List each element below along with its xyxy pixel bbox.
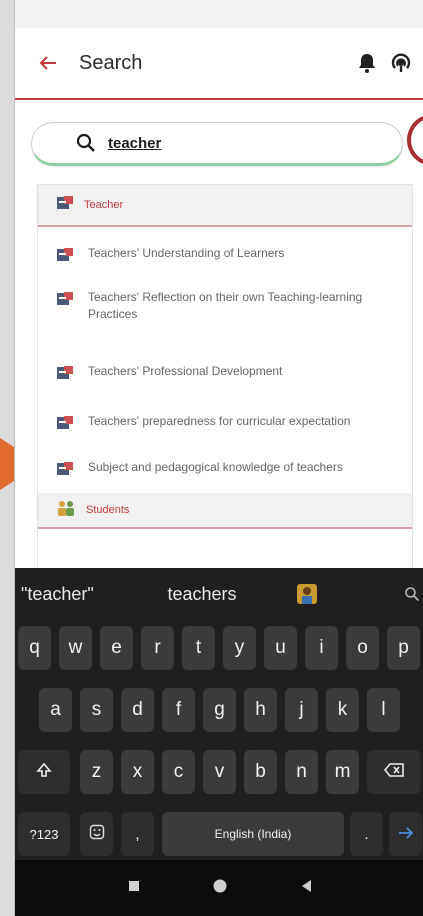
emoji-key[interactable] — [80, 812, 113, 856]
key-r[interactable]: r — [141, 626, 174, 670]
page-title: Search — [79, 51, 143, 74]
key-p[interactable]: p — [387, 626, 420, 670]
list-item[interactable] — [38, 529, 412, 553]
key-row-2: a s d f g h j k l — [15, 688, 423, 738]
document-icon — [56, 365, 74, 386]
key-j[interactable]: j — [285, 688, 318, 732]
key-t[interactable]: t — [182, 626, 215, 670]
period-key[interactable]: . — [350, 812, 383, 856]
space-bar[interactable]: English (India) — [162, 812, 344, 856]
key-row-1: q w e r t y u i o p — [15, 626, 423, 676]
enter-key[interactable] — [389, 812, 422, 856]
document-icon — [56, 291, 74, 312]
document-icon — [56, 461, 74, 482]
shift-key[interactable] — [18, 750, 70, 794]
system-nav-bar — [15, 860, 423, 916]
suggestion-bar: "teacher" teachers — [15, 568, 423, 620]
key-l[interactable]: l — [367, 688, 400, 732]
key-o[interactable]: o — [346, 626, 379, 670]
list-item-label: Teachers' Professional Development — [88, 364, 283, 378]
backspace-icon — [383, 763, 404, 781]
key-h[interactable]: h — [244, 688, 277, 732]
key-g[interactable]: g — [203, 688, 236, 732]
enter-icon — [398, 823, 414, 845]
key-row-3: z x c v b n m — [15, 750, 423, 800]
list-item-label: Teachers' preparedness for curricular ex… — [88, 414, 351, 428]
group-header-students[interactable]: Students — [38, 493, 412, 529]
status-bar — [15, 0, 423, 28]
phone-screen: Search teacher Teacher Teachers' Underst… — [14, 0, 423, 916]
group-header-teacher[interactable]: Teacher — [38, 185, 412, 227]
search-results: Teacher Teachers' Understanding of Learn… — [37, 184, 413, 580]
search-field[interactable]: teacher — [31, 122, 403, 166]
search-input[interactable]: teacher — [108, 135, 161, 152]
key-v[interactable]: v — [203, 750, 236, 794]
suggestion-2[interactable]: teachers — [127, 584, 277, 605]
list-item[interactable]: Subject and pedagogical knowledge of tea… — [38, 449, 412, 493]
list-item[interactable]: Teachers' Understanding of Learners — [38, 227, 412, 279]
recents-icon[interactable] — [128, 879, 140, 897]
key-w[interactable]: w — [59, 626, 92, 670]
backspace-key[interactable] — [367, 750, 421, 794]
students-icon — [56, 499, 76, 522]
group-label: Teacher — [84, 199, 124, 211]
key-i[interactable]: i — [305, 626, 338, 670]
comma-key[interactable]: , — [121, 812, 154, 856]
keyboard-search-icon[interactable] — [404, 586, 420, 607]
back-arrow-icon[interactable] — [35, 50, 61, 76]
key-y[interactable]: y — [223, 626, 256, 670]
key-m[interactable]: m — [326, 750, 359, 794]
key-x[interactable]: x — [121, 750, 154, 794]
list-item-label: Teachers' Reflection on their own Teachi… — [88, 290, 363, 321]
search-icon — [76, 133, 96, 153]
symbols-key[interactable]: ?123 — [18, 812, 70, 856]
key-q[interactable]: q — [18, 626, 51, 670]
on-screen-keyboard: "teacher" teachers q w e r t y u i o p a… — [15, 568, 423, 892]
bell-icon[interactable] — [358, 53, 376, 78]
key-f[interactable]: f — [162, 688, 195, 732]
key-u[interactable]: u — [264, 626, 297, 670]
key-c[interactable]: c — [162, 750, 195, 794]
key-b[interactable]: b — [244, 750, 277, 794]
key-e[interactable]: e — [100, 626, 133, 670]
key-s[interactable]: s — [80, 688, 113, 732]
key-z[interactable]: z — [80, 750, 113, 794]
list-item[interactable]: Teachers' Reflection on their own Teachi… — [38, 279, 412, 349]
list-item-label: Subject and pedagogical knowledge of tea… — [88, 460, 343, 474]
app-bar: Search — [15, 28, 423, 100]
suggestion-1[interactable]: "teacher" — [21, 584, 127, 605]
list-item[interactable]: Teachers' preparedness for curricular ex… — [38, 399, 412, 449]
key-a[interactable]: a — [39, 688, 72, 732]
list-item-label: Teachers' Understanding of Learners — [88, 246, 285, 260]
side-ring — [407, 114, 423, 166]
teacher-emoji-icon[interactable] — [277, 583, 337, 605]
document-icon — [56, 247, 74, 268]
key-d[interactable]: d — [121, 688, 154, 732]
key-row-4: ?123 , English (India) . — [15, 812, 423, 862]
key-k[interactable]: k — [326, 688, 359, 732]
home-icon[interactable] — [212, 878, 228, 899]
document-icon — [56, 195, 74, 216]
broadcast-icon[interactable] — [390, 52, 412, 79]
group-label: Students — [86, 504, 130, 516]
list-item[interactable]: Teachers' Professional Development — [38, 349, 412, 399]
shift-icon — [36, 762, 52, 782]
back-nav-icon[interactable] — [300, 879, 312, 898]
emoji-icon — [89, 824, 105, 844]
key-n[interactable]: n — [285, 750, 318, 794]
document-icon — [56, 415, 74, 436]
